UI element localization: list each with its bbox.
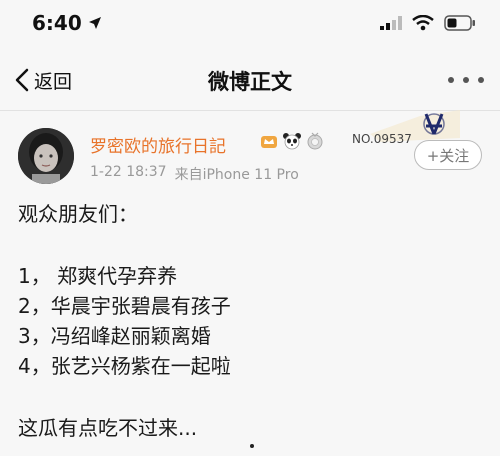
post-meta: 1-22 18:37 来自iPhone 11 Pro — [90, 164, 299, 184]
post-line: 3，冯绍峰赵丽颖离婚 — [18, 324, 211, 348]
location-arrow-icon — [88, 17, 101, 29]
post-line: 1， 郑爽代孕弃养 — [18, 264, 178, 288]
page-indicator-dot — [250, 444, 254, 448]
post-line: 2，华晨宇张碧晨有孩子 — [18, 294, 231, 318]
medal-badge-icon — [307, 132, 323, 150]
status-time: 6:40 — [32, 11, 82, 35]
more-dots-icon[interactable] — [448, 70, 484, 90]
signal-icon — [380, 16, 402, 30]
status-icons — [380, 15, 476, 31]
page-title: 微博正文 — [208, 70, 292, 94]
follow-button[interactable]: +关注 — [414, 140, 482, 170]
author-name[interactable]: 罗密欧的旅行日記 — [90, 132, 226, 157]
crown-badge-icon — [261, 136, 277, 148]
status-bar: 6:40 — [0, 0, 500, 46]
panda-badge-icon — [283, 133, 301, 150]
avatar[interactable] — [18, 128, 74, 184]
post-line: 4，张艺兴杨紫在一起啦 — [18, 354, 231, 378]
badges — [260, 132, 324, 150]
battery-icon — [444, 15, 475, 31]
fans-number: NO.09537 — [352, 132, 412, 146]
post-source: 来自iPhone 11 Pro — [174, 167, 299, 183]
status-time-group: 6:40 — [32, 11, 102, 35]
avatar-image — [18, 128, 74, 184]
post-date: 1-22 18:37 — [90, 164, 167, 180]
post-line: 这瓜有点吃不过来... — [18, 416, 198, 440]
post-line: 观众朋友们： — [18, 202, 138, 226]
nav-bar: 返回 微博正文 — [0, 56, 500, 104]
wifi-icon — [412, 15, 434, 31]
